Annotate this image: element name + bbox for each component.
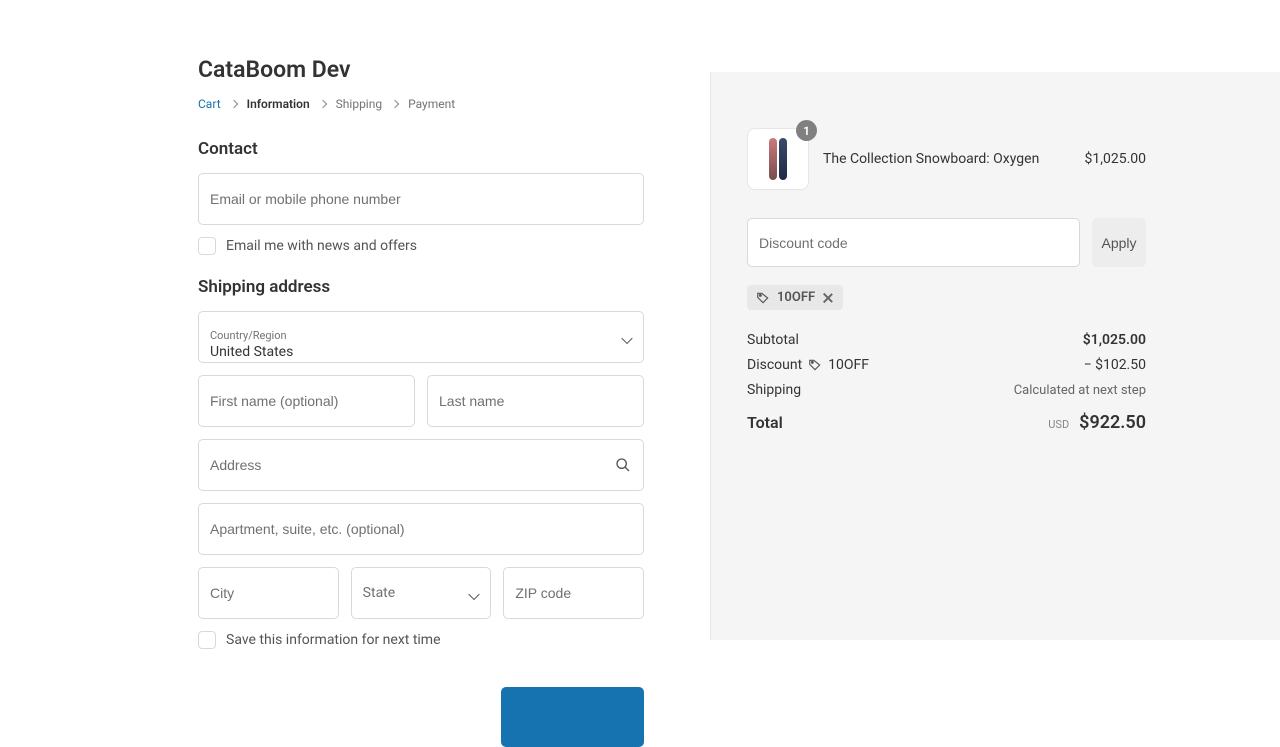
last-name-field-wrapper bbox=[427, 375, 644, 427]
save-info-checkbox[interactable] bbox=[198, 631, 216, 649]
breadcrumb-payment: Payment bbox=[408, 97, 455, 111]
subtotal-label: Subtotal bbox=[747, 332, 799, 348]
breadcrumb-information: Information bbox=[247, 97, 310, 111]
checkout-form: CataBoom Dev Cart Information Shipping P… bbox=[0, 0, 710, 720]
state-select[interactable]: State bbox=[351, 567, 492, 619]
discount-code: 10OFF bbox=[828, 357, 869, 373]
discount-value: − $102.50 bbox=[1084, 357, 1146, 373]
news-offers-row: Email me with news and offers bbox=[198, 237, 644, 255]
breadcrumb-cart[interactable]: Cart bbox=[198, 97, 221, 111]
news-offers-checkbox[interactable] bbox=[198, 237, 216, 255]
product-thumbnail: 1 bbox=[747, 128, 809, 190]
first-name-input[interactable] bbox=[210, 393, 403, 409]
address-field-wrapper bbox=[198, 439, 644, 491]
country-select[interactable]: Country/Region United States bbox=[198, 311, 644, 363]
shipping-label: Shipping bbox=[747, 382, 801, 398]
order-summary: 1 The Collection Snowboard: Oxygen $1,02… bbox=[710, 72, 1280, 640]
continue-button[interactable] bbox=[501, 687, 644, 747]
state-placeholder: State bbox=[363, 585, 396, 601]
subtotal-line: Subtotal $1,025.00 bbox=[747, 332, 1146, 348]
save-info-row: Save this information for next time bbox=[198, 631, 644, 649]
discount-row: Apply bbox=[747, 218, 1146, 267]
address-input[interactable] bbox=[210, 457, 632, 473]
tag-icon bbox=[756, 291, 770, 305]
city-input[interactable] bbox=[210, 585, 327, 601]
total-label: Total bbox=[747, 413, 783, 432]
country-label: Country/Region bbox=[210, 329, 287, 342]
discount-line: Discount 10OFF − $102.50 bbox=[747, 357, 1146, 373]
tag-icon bbox=[808, 358, 822, 372]
city-field-wrapper bbox=[198, 567, 339, 619]
contact-heading: Contact bbox=[198, 139, 644, 159]
discount-input[interactable] bbox=[747, 218, 1080, 267]
save-info-label: Save this information for next time bbox=[226, 632, 441, 648]
apartment-field-wrapper bbox=[198, 503, 644, 555]
discount-tag-code: 10OFF bbox=[777, 290, 815, 305]
apartment-input[interactable] bbox=[210, 521, 632, 537]
breadcrumb: Cart Information Shipping Payment bbox=[198, 97, 644, 111]
product-name: The Collection Snowboard: Oxygen bbox=[823, 151, 1070, 167]
total-value: $922.50 bbox=[1079, 412, 1146, 433]
chevron-right-icon bbox=[318, 100, 326, 108]
chevron-down-icon bbox=[623, 328, 631, 347]
first-name-field-wrapper bbox=[198, 375, 415, 427]
remove-discount-button[interactable] bbox=[822, 292, 834, 304]
zip-field-wrapper bbox=[503, 567, 644, 619]
currency-code: USD bbox=[1048, 418, 1069, 431]
discount-label: Discount bbox=[747, 357, 802, 373]
subtotal-value: $1,025.00 bbox=[1083, 332, 1146, 348]
breadcrumb-shipping: Shipping bbox=[336, 97, 382, 111]
total-line: Total USD $922.50 bbox=[747, 412, 1146, 433]
quantity-badge: 1 bbox=[796, 120, 817, 141]
email-field-wrapper bbox=[198, 173, 644, 225]
product-price: $1,025.00 bbox=[1084, 151, 1146, 167]
store-name: CataBoom Dev bbox=[198, 56, 644, 83]
news-offers-label: Email me with news and offers bbox=[226, 238, 417, 254]
zip-input[interactable] bbox=[515, 585, 632, 601]
shipping-line: Shipping Calculated at next step bbox=[747, 382, 1146, 398]
email-input[interactable] bbox=[210, 191, 632, 207]
last-name-input[interactable] bbox=[439, 393, 632, 409]
chevron-right-icon bbox=[391, 100, 399, 108]
shipping-heading: Shipping address bbox=[198, 277, 644, 297]
country-value: United States bbox=[210, 344, 293, 360]
apply-button[interactable]: Apply bbox=[1092, 218, 1146, 267]
product-row: 1 The Collection Snowboard: Oxygen $1,02… bbox=[747, 128, 1146, 190]
shipping-value: Calculated at next step bbox=[1014, 383, 1146, 398]
discount-tag: 10OFF bbox=[747, 285, 843, 310]
chevron-right-icon bbox=[229, 100, 237, 108]
chevron-down-icon bbox=[470, 584, 478, 603]
search-icon bbox=[615, 457, 631, 473]
